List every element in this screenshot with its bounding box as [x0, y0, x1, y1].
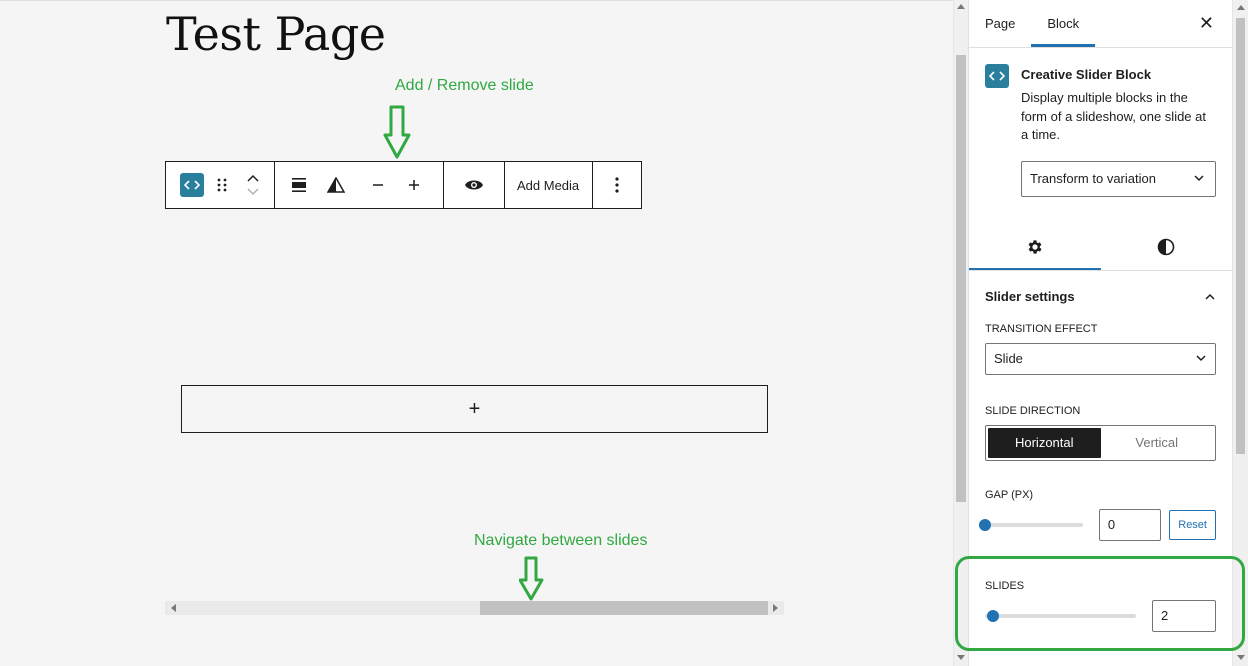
canvas-scroll-thumb[interactable] — [956, 55, 966, 502]
sidebar-scrollbar[interactable] — [1232, 0, 1248, 666]
chevron-down-icon — [1194, 174, 1204, 181]
slides-slider[interactable] — [985, 609, 1136, 622]
move-up-icon[interactable] — [246, 173, 260, 183]
tab-page[interactable]: Page — [969, 0, 1031, 47]
annotation-arrow-down-icon — [383, 105, 411, 159]
minus-icon — [373, 184, 383, 186]
scroll-right-icon[interactable] — [773, 604, 778, 612]
sidebar-tabs: Page Block ✕ — [969, 0, 1232, 48]
slides-field: SLIDES 2 — [969, 580, 1232, 632]
scroll-down-icon[interactable] — [1237, 655, 1245, 660]
eye-icon — [465, 180, 483, 190]
inspector-tabs — [969, 225, 1232, 271]
code-brackets-icon — [180, 173, 204, 197]
scroll-up-icon[interactable] — [957, 4, 965, 9]
toolbar-group-media: Add Media — [505, 162, 593, 208]
align-icon[interactable] — [287, 162, 311, 208]
close-sidebar-button[interactable]: ✕ — [1199, 14, 1214, 32]
tab-block[interactable]: Block — [1031, 0, 1095, 47]
add-media-button[interactable]: Add Media — [505, 162, 591, 208]
gear-icon — [1028, 240, 1042, 254]
settings-sidebar: Page Block ✕ Creative Slider Block Displ… — [968, 0, 1232, 666]
slide-direction-field: SLIDE DIRECTION Horizontal Vertical — [969, 405, 1232, 461]
annotation-add-remove: Add / Remove slide — [395, 77, 534, 94]
block-card: Creative Slider Block Display multiple b… — [969, 48, 1232, 213]
transition-effect-value: Slide — [994, 351, 1023, 366]
block-card-body: Creative Slider Block Display multiple b… — [1021, 64, 1216, 197]
direction-vertical-option[interactable]: Vertical — [1101, 428, 1214, 458]
block-card-title: Creative Slider Block — [1021, 67, 1152, 82]
gap-slider-handle[interactable] — [979, 518, 991, 531]
annotation-arrow-down-icon — [519, 556, 544, 601]
transform-variation-select[interactable]: Transform to variation — [1021, 160, 1216, 197]
move-buttons — [239, 162, 267, 208]
preview-button[interactable] — [464, 162, 484, 208]
slides-slider-handle[interactable] — [987, 609, 999, 622]
toolbar-group-slides — [275, 162, 444, 208]
drag-handle-icon[interactable] — [205, 162, 239, 208]
gap-input[interactable]: 0 — [1098, 508, 1162, 541]
scroll-down-icon[interactable] — [957, 655, 965, 660]
add-slide-button[interactable] — [395, 162, 433, 208]
remove-slide-button[interactable] — [361, 162, 395, 208]
move-down-icon[interactable] — [246, 187, 260, 197]
block-type-button[interactable] — [179, 162, 205, 208]
code-brackets-icon — [985, 64, 1009, 88]
transition-effect-select[interactable]: Slide — [985, 342, 1216, 375]
direction-horizontal-option[interactable]: Horizontal — [988, 427, 1101, 458]
slides-input[interactable]: 2 — [1152, 599, 1216, 632]
slider-settings-toggle[interactable]: Slider settings — [969, 271, 1232, 323]
scroll-left-icon[interactable] — [171, 604, 176, 612]
gap-field: GAP (PX) 0 Reset — [969, 489, 1232, 541]
page-title[interactable]: Test Page — [166, 7, 386, 61]
block-card-description: Display multiple blocks in the form of a… — [1021, 90, 1206, 142]
slides-scroll-thumb[interactable] — [480, 601, 768, 615]
slide-appender-button[interactable]: + — [181, 385, 768, 433]
editor-canvas: Test Page Add / Remove slide Add Media +… — [0, 0, 953, 666]
annotation-navigate: Navigate between slides — [474, 532, 648, 549]
toolbar-group-options — [593, 162, 641, 208]
chevron-down-icon — [1196, 354, 1206, 361]
transform-variation-value: Transform to variation — [1030, 171, 1156, 186]
gap-label: GAP (PX) — [985, 488, 1034, 501]
slides-control: 2 — [985, 599, 1216, 632]
slides-navigation-scrollbar[interactable] — [165, 601, 784, 615]
transition-effect-field: TRANSITION EFFECT Slide — [969, 323, 1232, 375]
tab-styles[interactable] — [1101, 225, 1233, 270]
gap-control: 0 Reset — [979, 508, 1216, 541]
contrast-icon — [1157, 238, 1175, 256]
block-toolbar: Add Media — [165, 161, 642, 209]
scroll-up-icon[interactable] — [1237, 5, 1245, 10]
contrast-triangle-icon[interactable] — [311, 162, 361, 208]
slider-settings-heading: Slider settings — [985, 289, 1075, 304]
toolbar-group-block — [166, 162, 275, 208]
more-options-icon[interactable] — [615, 162, 619, 208]
slide-direction-label: SLIDE DIRECTION — [985, 404, 1081, 417]
sidebar-scroll-thumb[interactable] — [1236, 18, 1245, 454]
gap-reset-button[interactable]: Reset — [1169, 509, 1216, 540]
canvas-scrollbar[interactable] — [953, 0, 968, 666]
toolbar-group-preview — [444, 162, 505, 208]
slides-label: SLIDES — [985, 579, 1025, 592]
transition-effect-label: TRANSITION EFFECT — [985, 322, 1098, 335]
tab-settings[interactable] — [969, 225, 1101, 270]
gap-slider[interactable] — [979, 518, 1083, 531]
slide-direction-toggle: Horizontal Vertical — [985, 424, 1216, 461]
plus-icon — [409, 180, 419, 190]
chevron-up-icon — [1205, 293, 1215, 300]
